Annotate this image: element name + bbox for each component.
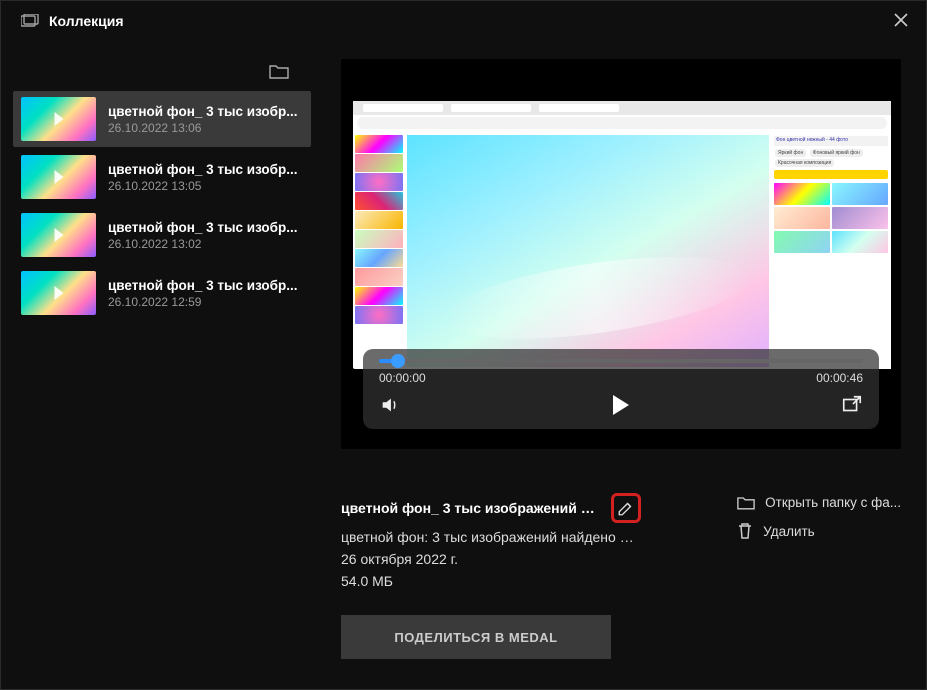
video-thumbnail: [21, 97, 96, 141]
time-duration: 00:00:46: [816, 371, 863, 385]
item-name: цветной фон_ 3 тыс изобр...: [108, 220, 298, 235]
open-folder-label: Открыть папку с фа...: [765, 495, 901, 510]
item-name: цветной фон_ 3 тыс изобр...: [108, 278, 298, 293]
close-icon[interactable]: [894, 13, 908, 27]
play-icon[interactable]: [610, 393, 632, 417]
list-item[interactable]: цветной фон_ 3 тыс изобр... 26.10.2022 1…: [13, 265, 311, 321]
video-preview[interactable]: Фон цветной нежный - 44 фото Яркий фон Ф…: [341, 59, 901, 449]
delete-button[interactable]: Удалить: [737, 522, 901, 540]
list-item[interactable]: цветной фон_ 3 тыс изобр... 26.10.2022 1…: [13, 207, 311, 263]
item-name: цветной фон_ 3 тыс изобр...: [108, 162, 298, 177]
details-subtitle: цветной фон: 3 тыс изображений найдено в…: [341, 529, 641, 545]
details-section: цветной фон_ 3 тыс изображений найдено в…: [341, 493, 901, 659]
preview-frame: Фон цветной нежный - 44 фото Яркий фон Ф…: [353, 101, 891, 369]
seek-bar[interactable]: [379, 359, 863, 363]
time-current: 00:00:00: [379, 371, 426, 385]
item-date: 26.10.2022 13:05: [108, 179, 298, 193]
share-button[interactable]: ПОДЕЛИТЬСЯ В MEDAL: [341, 615, 611, 659]
details-title: цветной фон_ 3 тыс изображений найдено в…: [341, 500, 603, 516]
item-date: 26.10.2022 13:06: [108, 121, 298, 135]
video-thumbnail: [21, 155, 96, 199]
player-controls: 00:00:00 00:00:46: [363, 349, 879, 429]
item-date: 26.10.2022 13:02: [108, 237, 298, 251]
folder-icon[interactable]: [269, 63, 289, 79]
video-thumbnail: [21, 213, 96, 257]
volume-icon[interactable]: [379, 394, 401, 416]
details-date: 26 октября 2022 г.: [341, 551, 641, 567]
collection-icon: [21, 14, 39, 28]
video-thumbnail: [21, 271, 96, 315]
open-folder-button[interactable]: Открыть папку с фа...: [737, 495, 901, 510]
item-date: 26.10.2022 12:59: [108, 295, 298, 309]
popout-icon[interactable]: [841, 394, 863, 416]
share-label: ПОДЕЛИТЬСЯ В MEDAL: [394, 630, 557, 645]
list-item[interactable]: цветной фон_ 3 тыс изобр... 26.10.2022 1…: [13, 149, 311, 205]
titlebar: Коллекция: [1, 1, 926, 41]
details-size: 54.0 МБ: [341, 573, 641, 589]
collection-window: Коллекция цветной фон_ 3 тыс изобр... 26…: [0, 0, 927, 690]
main-panel: Фон цветной нежный - 44 фото Яркий фон Ф…: [311, 41, 926, 689]
delete-label: Удалить: [763, 524, 815, 539]
window-title: Коллекция: [49, 13, 124, 29]
preview-right-title: Фон цветной нежный - 44 фото: [774, 136, 888, 146]
item-name: цветной фон_ 3 тыс изобр...: [108, 104, 298, 119]
list-item[interactable]: цветной фон_ 3 тыс изобр... 26.10.2022 1…: [13, 91, 311, 147]
sidebar: цветной фон_ 3 тыс изобр... 26.10.2022 1…: [1, 41, 311, 689]
edit-button[interactable]: 1: [611, 493, 641, 523]
